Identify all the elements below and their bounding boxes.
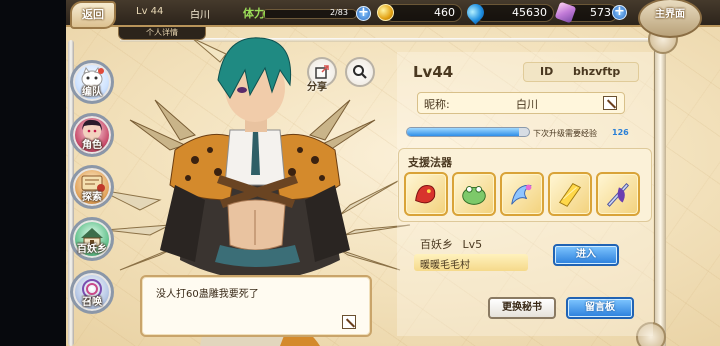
nickname-value: 白川	[516, 98, 538, 111]
village-level: Lv5	[462, 238, 483, 251]
tab-personal-details[interactable]: 个人详情	[118, 27, 206, 40]
exp-value: 126	[612, 128, 629, 137]
player-name: 白川	[190, 10, 210, 21]
nickname-label: 昵称:	[424, 98, 450, 111]
add-stamina-button[interactable]: +	[356, 6, 371, 21]
nav-formation[interactable]: 编队	[70, 60, 114, 104]
exp-label: 下次升级需要经验	[533, 129, 597, 138]
search-icon	[353, 65, 367, 79]
stamina-fill	[263, 10, 266, 18]
village-label: 百妖乡	[420, 238, 453, 251]
signature-text: 没人打60蛊雕我要死了	[156, 289, 259, 300]
nav-label-explore: 探索	[82, 192, 102, 203]
support-tools-title: 支援法器	[408, 156, 452, 169]
purple-blade-tool-icon	[606, 182, 630, 207]
green-frog-tool-icon	[462, 186, 486, 205]
gem-value: 45630	[512, 6, 547, 19]
gold-counter: 460	[384, 4, 462, 22]
add-crystal-button[interactable]: +	[612, 5, 627, 20]
nav-explore[interactable]: 探索	[70, 165, 114, 209]
nav-character[interactable]: 角色	[70, 113, 114, 157]
enter-village-button[interactable]: 进入	[553, 244, 619, 266]
change-secretary-button[interactable]: 更换秘书	[488, 297, 556, 319]
village-name: 暖暖毛毛村	[420, 260, 470, 271]
gold-coin-icon	[377, 4, 394, 21]
player-level: Lv 44	[136, 6, 164, 17]
blue-swirl-tool-icon	[511, 184, 532, 205]
nav-label-summon: 召唤	[82, 297, 102, 308]
exp-bar	[406, 127, 530, 137]
search-button[interactable]	[345, 57, 375, 87]
share-label: 分享	[307, 82, 327, 93]
crystal-value: 573	[590, 6, 611, 19]
screen-bezel	[0, 0, 66, 346]
support-tool-slot-1[interactable]	[404, 172, 448, 216]
id-value: bhzvftp	[573, 65, 621, 78]
signature-dialog: 没人打60蛊雕我要死了	[140, 275, 372, 337]
support-tool-slot-4[interactable]	[548, 172, 592, 216]
village-info: 百妖乡 Lv5	[420, 236, 482, 252]
profile-level: Lv44	[413, 63, 454, 81]
gem-counter: 45630	[474, 4, 554, 22]
support-tool-slot-5[interactable]	[596, 172, 640, 216]
nav-village[interactable]: 百妖乡	[70, 217, 114, 261]
nav-label-formation: 编队	[82, 87, 102, 98]
id-label: ID	[540, 65, 554, 78]
message-board-button[interactable]: 留言板	[566, 297, 634, 319]
golden-wing-tool-icon	[558, 183, 582, 207]
red-dragon-tool-icon	[415, 185, 436, 204]
stamina-value: 2/83	[330, 8, 348, 17]
gold-value: 460	[434, 6, 455, 19]
edit-signature-icon[interactable]	[342, 315, 356, 329]
edit-nickname-icon[interactable]	[603, 96, 617, 110]
nav-summon[interactable]: 召唤	[70, 270, 114, 314]
nav-label-village: 百妖乡	[77, 244, 107, 255]
exp-fill	[407, 128, 520, 136]
support-tool-slot-3[interactable]	[500, 172, 544, 216]
back-button[interactable]: 返回	[70, 1, 116, 29]
nav-label-character: 角色	[82, 140, 102, 151]
support-tool-slot-2[interactable]	[452, 172, 496, 216]
frame-right	[654, 38, 666, 346]
profile-screen: 返回 个人详情 Lv 44 白川 体力 2/83 + 460 45630 573…	[0, 0, 720, 346]
